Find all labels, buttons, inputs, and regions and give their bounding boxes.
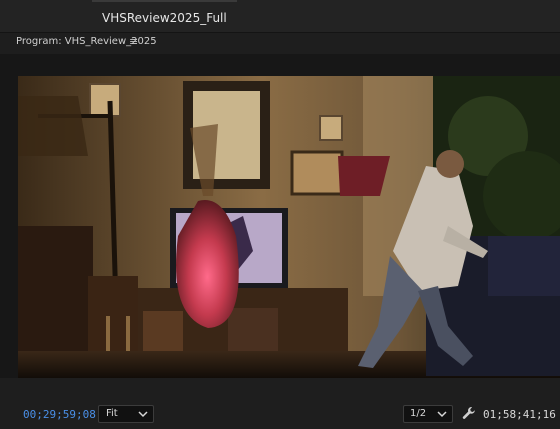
playback-resolution-value: 1/2 [410,408,427,419]
sequence-tab-label: VHSReview2025_Full [102,11,227,25]
chevron-down-icon [437,411,447,418]
sequence-tab[interactable]: VHSReview2025_Full [92,0,237,34]
program-monitor-header: Program: VHS_Review_2025 ≡ [0,33,560,53]
playback-resolution-select[interactable]: 1/2 [403,405,453,423]
zoom-level-value: Fit [106,408,118,419]
wrench-icon[interactable] [462,406,476,420]
top-bar: VHSReview2025_Full [0,0,560,33]
monitor-controls: 00;29;59;08 Fit 1/2 01;58;41;16 [0,378,560,429]
zoom-level-select[interactable]: Fit [98,405,154,423]
sequence-duration-timecode: 01;58;41;16 [483,408,556,421]
video-frame[interactable] [18,76,560,378]
chevron-down-icon [138,411,148,418]
video-frame-image [18,76,560,378]
hamburger-menu-icon[interactable]: ≡ [129,35,138,48]
playhead-timecode[interactable]: 00;29;59;08 [23,408,96,421]
